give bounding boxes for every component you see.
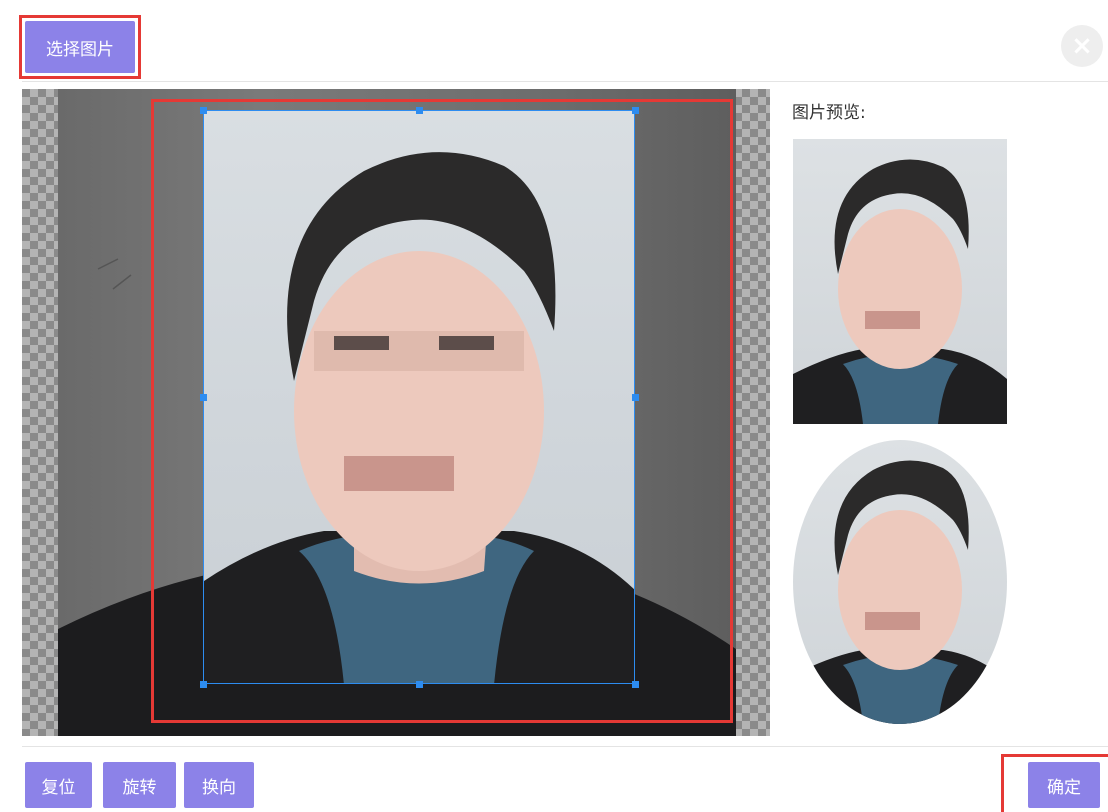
crop-area-highlight xyxy=(151,99,733,723)
confirm-highlight xyxy=(1001,754,1108,812)
preview-rect-image xyxy=(793,159,1007,424)
rotate-button[interactable]: 旋转 xyxy=(103,762,176,808)
select-image-highlight xyxy=(19,15,141,79)
preview-title: 图片预览: xyxy=(792,103,866,123)
preview-oval-image xyxy=(793,460,1007,724)
preview-oval xyxy=(793,440,1007,724)
top-divider xyxy=(22,81,1108,82)
preview-rectangle xyxy=(793,139,1007,424)
bottom-divider xyxy=(22,746,1108,747)
flip-button[interactable]: 换向 xyxy=(184,762,254,808)
reset-button[interactable]: 复位 xyxy=(25,762,92,808)
close-icon[interactable]: × xyxy=(1061,25,1103,67)
